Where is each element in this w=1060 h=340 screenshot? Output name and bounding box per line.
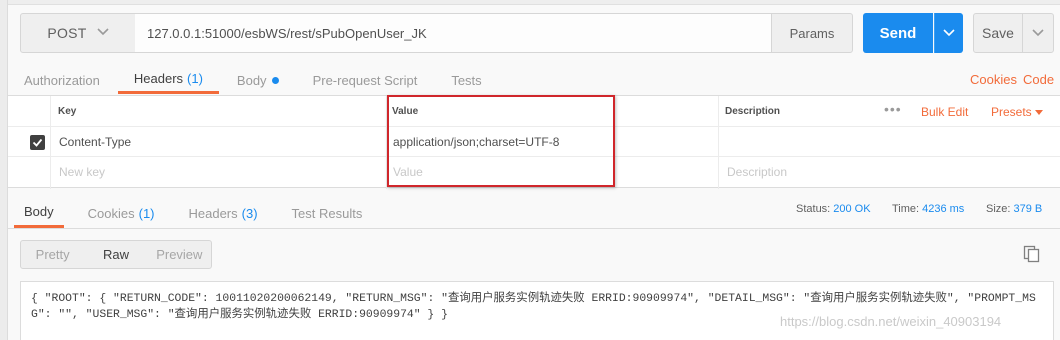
tab-strip-edge: [8, 0, 1060, 5]
column-header-description: Description: [725, 106, 781, 117]
chevron-down-icon: [943, 29, 955, 37]
time-readout: Time: 4236 ms: [892, 203, 965, 215]
chevron-down-icon: [1032, 29, 1044, 37]
checkbox-checked-icon[interactable]: [30, 135, 45, 150]
caret-down-icon: [1035, 110, 1044, 115]
method-label: POST: [47, 25, 87, 41]
view-mode-pretty[interactable]: Pretty: [21, 247, 84, 262]
tab-response-headers[interactable]: Headers (3): [189, 198, 258, 228]
divider: [8, 228, 1060, 229]
postman-window: POST 127.0.0.1:51000/esbWS/rest/sPubOpen…: [0, 0, 1060, 340]
presets-dropdown[interactable]: Presets: [991, 105, 1044, 119]
time-value: 4236 ms: [922, 203, 965, 215]
send-options-button[interactable]: [934, 13, 963, 53]
tab-tests[interactable]: Tests: [451, 66, 481, 94]
url-input[interactable]: 127.0.0.1:51000/esbWS/rest/sPubOpenUser_…: [135, 13, 772, 53]
view-mode-toggle: Pretty Raw Preview: [20, 240, 212, 269]
new-description-input[interactable]: Description: [727, 165, 787, 179]
size-readout: Size: 379 B: [986, 203, 1043, 215]
left-sidebar-edge: [0, 0, 8, 340]
tab-body[interactable]: Body: [237, 66, 279, 94]
request-tabs: Authorization Headers (1) Body Pre-reques…: [24, 66, 516, 94]
view-mode-raw[interactable]: Raw: [84, 247, 147, 262]
tab-pre-request-script[interactable]: Pre-request Script: [313, 66, 418, 94]
save-button[interactable]: Save: [973, 13, 1023, 53]
bulk-edit-link[interactable]: Bulk Edit: [921, 105, 968, 119]
tab-test-results[interactable]: Test Results: [292, 198, 363, 228]
save-options-button[interactable]: [1022, 13, 1054, 53]
view-mode-preview[interactable]: Preview: [148, 247, 211, 262]
code-link[interactable]: Code: [1023, 72, 1054, 87]
new-key-input[interactable]: New key: [59, 165, 105, 179]
tab-headers[interactable]: Headers (1): [117, 66, 219, 94]
params-button[interactable]: Params: [771, 13, 853, 53]
chevron-down-icon: [97, 27, 109, 39]
red-highlight-box: [387, 95, 615, 187]
watermark: https://blog.csdn.net/weixin_40903194: [780, 314, 1002, 329]
cookies-link[interactable]: Cookies: [970, 72, 1017, 87]
column-header-key: Key: [58, 106, 77, 117]
status-readout: Status: 200 OK: [796, 203, 871, 215]
more-dots-icon[interactable]: •••: [884, 101, 902, 117]
copy-icon[interactable]: [1023, 245, 1041, 263]
method-select[interactable]: POST: [20, 13, 136, 53]
status-value: 200 OK: [833, 203, 871, 215]
body-indicator-dot: [271, 76, 279, 84]
response-body-panel[interactable]: { "ROOT": { "RETURN_CODE": 1001102020006…: [20, 281, 1054, 340]
tab-authorization[interactable]: Authorization: [24, 66, 100, 94]
send-button[interactable]: Send: [863, 13, 933, 53]
headers-count: (1): [187, 71, 203, 86]
tab-response-cookies[interactable]: Cookies (1): [88, 198, 155, 228]
size-value: 379 B: [1013, 203, 1043, 215]
header-key-cell[interactable]: Content-Type: [59, 135, 131, 149]
tab-response-body[interactable]: Body: [14, 198, 64, 228]
response-tabs: Body Cookies (1) Headers (3) Test Results: [14, 198, 396, 228]
